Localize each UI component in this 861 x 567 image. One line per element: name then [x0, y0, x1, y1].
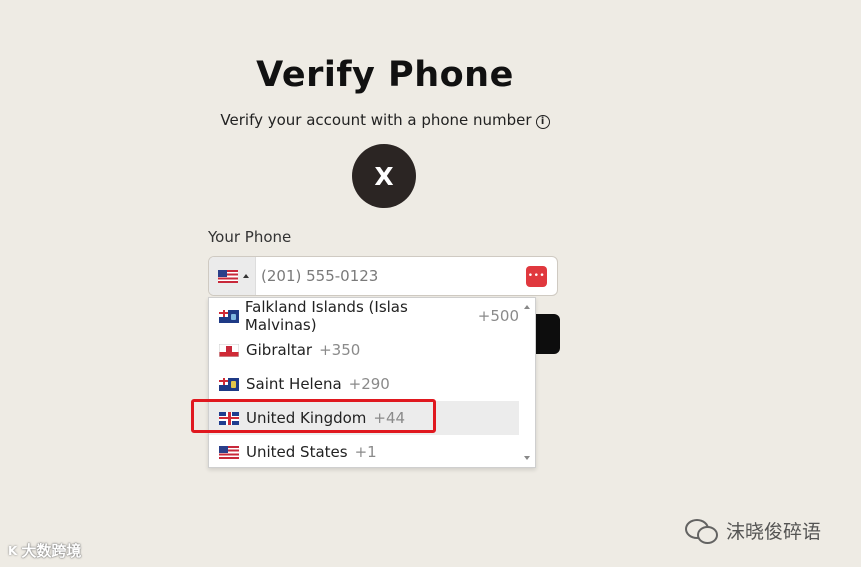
country-name: Gibraltar [246, 341, 313, 359]
fk-flag-icon [219, 309, 239, 323]
us-flag-icon [219, 445, 239, 459]
info-icon[interactable]: i [535, 115, 550, 129]
subtitle-text: Verify your account with a phone number [220, 111, 532, 129]
phone-input[interactable] [261, 257, 511, 295]
watermark-right: 沫晓俊碎语 [684, 516, 821, 544]
page-subtitle: Verify your account with a phone number i [0, 111, 770, 129]
country-name: Falkland Islands (Islas Malvinas) [244, 298, 408, 334]
gi-flag-icon [219, 343, 239, 357]
country-code: +500 [477, 307, 519, 325]
password-manager-icon[interactable]: ••• [526, 266, 547, 287]
country-code: +290 [348, 375, 390, 393]
country-option-united-states[interactable]: United States +1 [209, 435, 519, 467]
country-dropdown: Falkland Islands (Islas Malvinas) +500 G… [208, 297, 536, 468]
phone-field: ••• [208, 256, 558, 296]
watermark-left-text: 大数跨境 [21, 542, 82, 560]
country-option-saint-helena[interactable]: Saint Helena +290 [209, 367, 519, 401]
country-name: United States [246, 443, 348, 461]
dropdown-scrollbar[interactable] [519, 298, 535, 467]
watermark-left: K 大数跨境 [8, 540, 81, 561]
sh-flag-icon [219, 377, 239, 391]
country-code: +350 [319, 341, 361, 359]
watermark-right-text: 沫晓俊碎语 [726, 520, 822, 543]
scroll-up-icon[interactable] [524, 305, 530, 309]
country-name: Saint Helena [246, 375, 342, 393]
country-option-falkland[interactable]: Falkland Islands (Islas Malvinas) +500 [209, 298, 519, 334]
country-select-button[interactable] [209, 257, 256, 295]
us-flag-icon [218, 270, 238, 283]
caret-up-icon [243, 274, 249, 278]
wechat-icon [684, 516, 718, 544]
avatar: X [352, 144, 416, 208]
scroll-down-icon[interactable] [524, 456, 530, 460]
page-title: Verify Phone [256, 55, 514, 95]
country-option-gibraltar[interactable]: Gibraltar +350 [209, 333, 519, 367]
country-code: +1 [354, 443, 377, 461]
watermark-logo: K [8, 543, 18, 558]
annotation-highlight-box [191, 399, 436, 433]
phone-label: Your Phone [208, 228, 292, 246]
